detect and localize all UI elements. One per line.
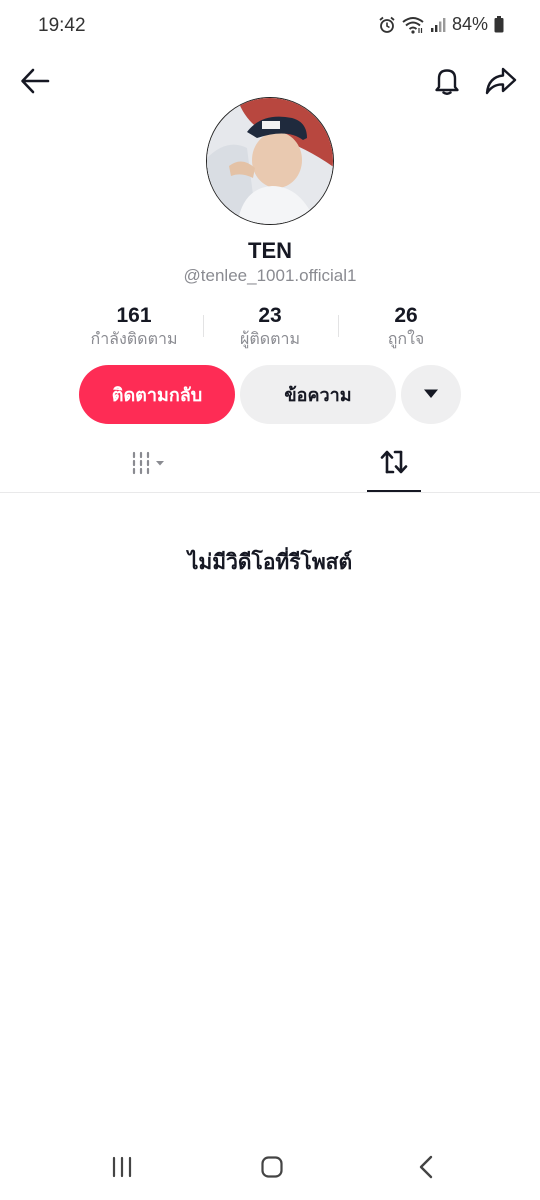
repost-icon [379,447,409,482]
likes-count: 26 [394,304,418,327]
bell-icon[interactable] [430,64,464,98]
system-back-icon[interactable] [406,1152,446,1182]
follow-back-button[interactable]: ติดตามกลับ [79,365,235,424]
videos-grid-icon [130,451,170,482]
tab-reposts[interactable] [367,444,421,484]
back-arrow-icon[interactable] [18,64,52,98]
status-bar: 19:42 84% [0,0,540,52]
profile-tabs [0,440,540,493]
message-button[interactable]: ข้อความ [240,365,396,424]
following-stat[interactable]: 161 กำลังติดตาม [74,303,194,351]
share-icon[interactable] [482,64,520,98]
display-name: TEN [248,238,292,263]
status-icons: 84% [378,14,504,35]
followers-count: 23 [258,304,282,327]
following-label: กำลังติดตาม [90,331,178,348]
alarm-icon [378,16,396,34]
followers-label: ผู้ติดตาม [239,331,301,348]
active-tab-indicator [367,490,421,492]
following-count: 161 [116,304,152,327]
empty-state-message: ไม่มีวิดีโอที่รีโพสต์ [187,550,353,574]
battery-icon [494,16,504,33]
stat-divider [338,315,339,337]
signal-icon [430,17,446,33]
profile-stats: 161 กำลังติดตาม 23 ผู้ติดตาม 26 ถูกใจ [0,303,540,355]
recent-apps-icon[interactable] [102,1152,142,1182]
status-time: 19:42 [38,15,86,36]
android-nav-bar [0,1134,540,1200]
tab-videos[interactable] [115,448,185,484]
battery-percent: 84% [451,14,488,34]
followers-stat[interactable]: 23 ผู้ติดตาม [210,303,330,351]
home-icon[interactable] [252,1152,292,1182]
more-options-button[interactable] [401,365,461,424]
wifi-icon [402,16,424,34]
likes-stat[interactable]: 26 ถูกใจ [346,303,466,351]
triangle-down-icon [423,387,439,402]
username: @tenlee_1001.official1 [183,266,357,285]
likes-label: ถูกใจ [387,331,425,348]
avatar[interactable] [206,97,334,225]
stat-divider [203,315,204,337]
